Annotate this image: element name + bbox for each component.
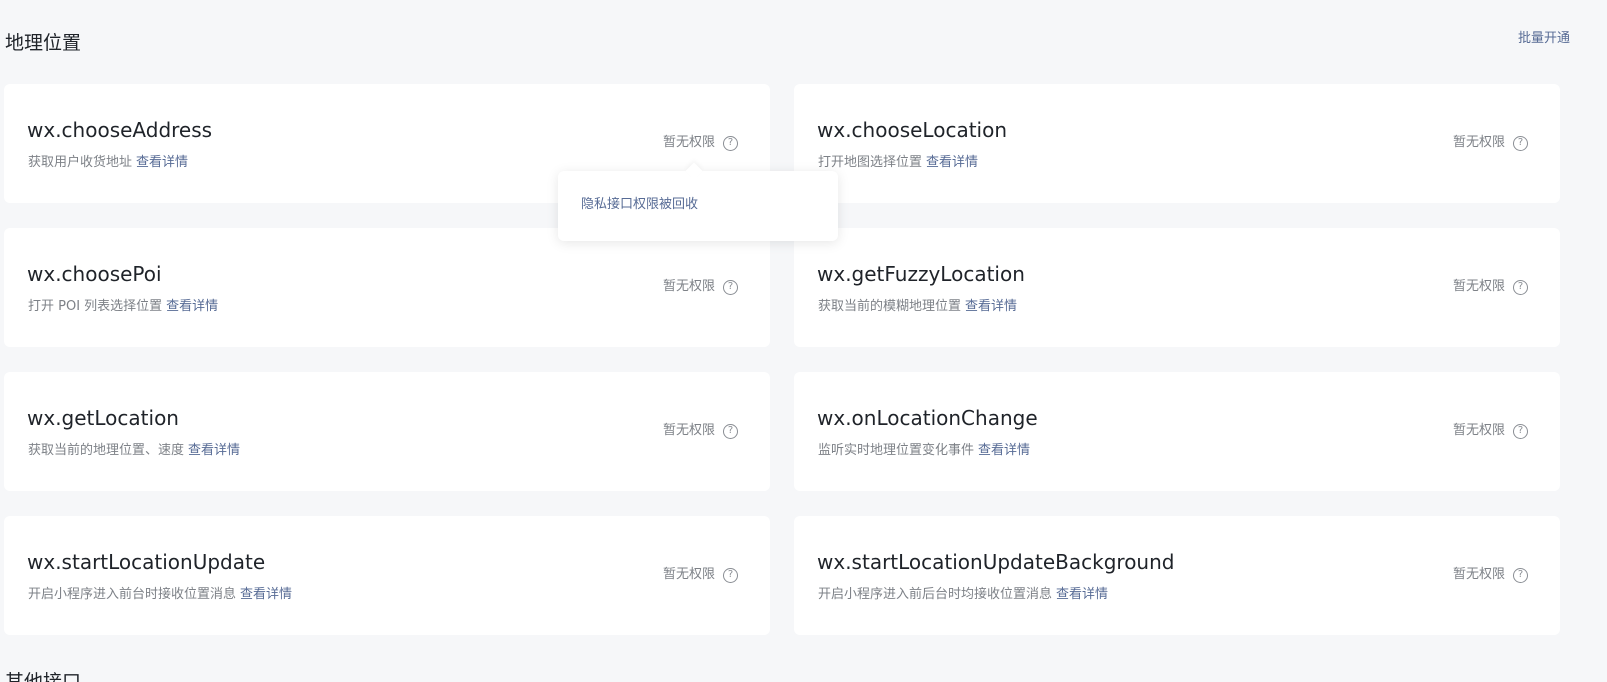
- api-desc-text: 打开 POI 列表选择位置: [28, 299, 163, 314]
- question-circle-icon[interactable]: ?: [723, 279, 738, 295]
- api-name: wx.chooseAddress: [27, 118, 213, 142]
- permission-status: 暂无权限 ?: [663, 278, 738, 296]
- api-name: wx.getLocation: [27, 406, 179, 430]
- section-title: 地理位置: [5, 32, 82, 54]
- api-name: wx.getFuzzyLocation: [817, 262, 1025, 286]
- api-card: wx.getLocation 获取当前的地理位置、速度 查看详情 暂无权限 ?: [4, 372, 770, 491]
- api-name: wx.onLocationChange: [817, 406, 1038, 430]
- question-circle-icon[interactable]: ?: [1513, 423, 1528, 439]
- api-card: wx.choosePoi 打开 POI 列表选择位置 查看详情 暂无权限 ?: [4, 228, 770, 347]
- api-description: 获取当前的模糊地理位置 查看详情: [818, 298, 1017, 316]
- api-name: wx.startLocationUpdateBackground: [817, 550, 1175, 574]
- api-card: wx.onLocationChange 监听实时地理位置变化事件 查看详情 暂无权…: [794, 372, 1560, 491]
- api-desc-text: 获取用户收货地址: [28, 155, 133, 170]
- api-description: 获取用户收货地址 查看详情: [28, 154, 188, 172]
- api-card: wx.startLocationUpdate 开启小程序进入前台时接收位置消息查…: [4, 516, 770, 635]
- view-details-link[interactable]: 查看详情: [188, 443, 240, 458]
- question-circle-icon[interactable]: ?: [723, 567, 738, 583]
- api-description: 开启小程序进入前后台时均接收位置消息 查看详情: [818, 586, 1108, 604]
- permission-text: 暂无权限: [662, 423, 715, 438]
- api-name: wx.chooseLocation: [817, 118, 1008, 142]
- permission-text: 暂无权限: [1452, 423, 1505, 438]
- permission-status: 暂无权限 ?: [663, 134, 738, 152]
- batch-enable-link[interactable]: 批量开通: [1518, 30, 1570, 48]
- api-desc-text: 开启小程序进入前后台时均接收位置消息: [818, 587, 1053, 602]
- page: 地理位置 批量开通 wx.chooseAddress 获取用户收货地址 查看详情 …: [0, 0, 1607, 682]
- view-details-link[interactable]: 查看详情: [1056, 587, 1108, 602]
- permission-status: 暂无权限 ?: [663, 422, 738, 440]
- api-name: wx.startLocationUpdate: [27, 550, 266, 574]
- question-circle-icon[interactable]: ?: [723, 423, 738, 439]
- api-desc-text: 获取当前的模糊地理位置: [818, 299, 962, 314]
- permission-text: 暂无权限: [1452, 567, 1505, 582]
- view-details-link[interactable]: 查看详情: [136, 155, 188, 170]
- permission-text: 暂无权限: [1452, 135, 1505, 150]
- question-circle-icon[interactable]: ?: [1513, 279, 1528, 295]
- api-desc-text: 获取当前的地理位置、速度: [28, 443, 185, 458]
- permission-text: 暂无权限: [662, 567, 715, 582]
- permission-text: 暂无权限: [662, 279, 715, 294]
- tooltip-text: 隐私接口权限被回收: [581, 197, 699, 212]
- api-description: 打开 POI 列表选择位置 查看详情: [28, 298, 218, 316]
- view-details-link[interactable]: 查看详情: [965, 299, 1017, 314]
- view-details-link[interactable]: 查看详情: [926, 155, 978, 170]
- permission-tooltip: 隐私接口权限被回收: [558, 162, 838, 241]
- permission-status: 暂无权限 ?: [1453, 422, 1528, 440]
- permission-status: 暂无权限 ?: [1453, 278, 1528, 296]
- api-card: wx.startLocationUpdateBackground 开启小程序进入…: [794, 516, 1560, 635]
- api-description: 获取当前的地理位置、速度 查看详情: [28, 442, 240, 460]
- permission-status: 暂无权限 ?: [663, 566, 738, 584]
- question-circle-icon[interactable]: ?: [1513, 135, 1528, 151]
- api-description: 监听实时地理位置变化事件 查看详情: [818, 442, 1030, 460]
- api-name: wx.choosePoi: [27, 262, 162, 286]
- view-details-link[interactable]: 查看详情: [166, 299, 218, 314]
- question-circle-icon[interactable]: ?: [723, 135, 738, 151]
- view-details-link[interactable]: 查看详情: [978, 443, 1030, 458]
- permission-status: 暂无权限 ?: [1453, 134, 1528, 152]
- api-card: wx.getFuzzyLocation 获取当前的模糊地理位置 查看详情 暂无权限…: [794, 228, 1560, 347]
- api-description: 开启小程序进入前台时接收位置消息 查看详情: [28, 586, 292, 604]
- api-card: wx.chooseLocation 打开地图选择位置 查看详情 暂无权限 ?: [794, 84, 1560, 203]
- api-description: 打开地图选择位置 查看详情: [818, 154, 978, 172]
- permission-text: 暂无权限: [662, 135, 715, 150]
- permission-text: 暂无权限: [1452, 279, 1505, 294]
- view-details-link[interactable]: 查看详情: [240, 587, 292, 602]
- next-section-title: 其他接口: [5, 671, 82, 682]
- api-desc-text: 监听实时地理位置变化事件: [818, 443, 975, 458]
- question-circle-icon[interactable]: ?: [1513, 567, 1528, 583]
- api-desc-text: 开启小程序进入前台时接收位置消息: [28, 587, 237, 602]
- api-desc-text: 打开地图选择位置: [818, 155, 923, 170]
- permission-status: 暂无权限 ?: [1453, 566, 1528, 584]
